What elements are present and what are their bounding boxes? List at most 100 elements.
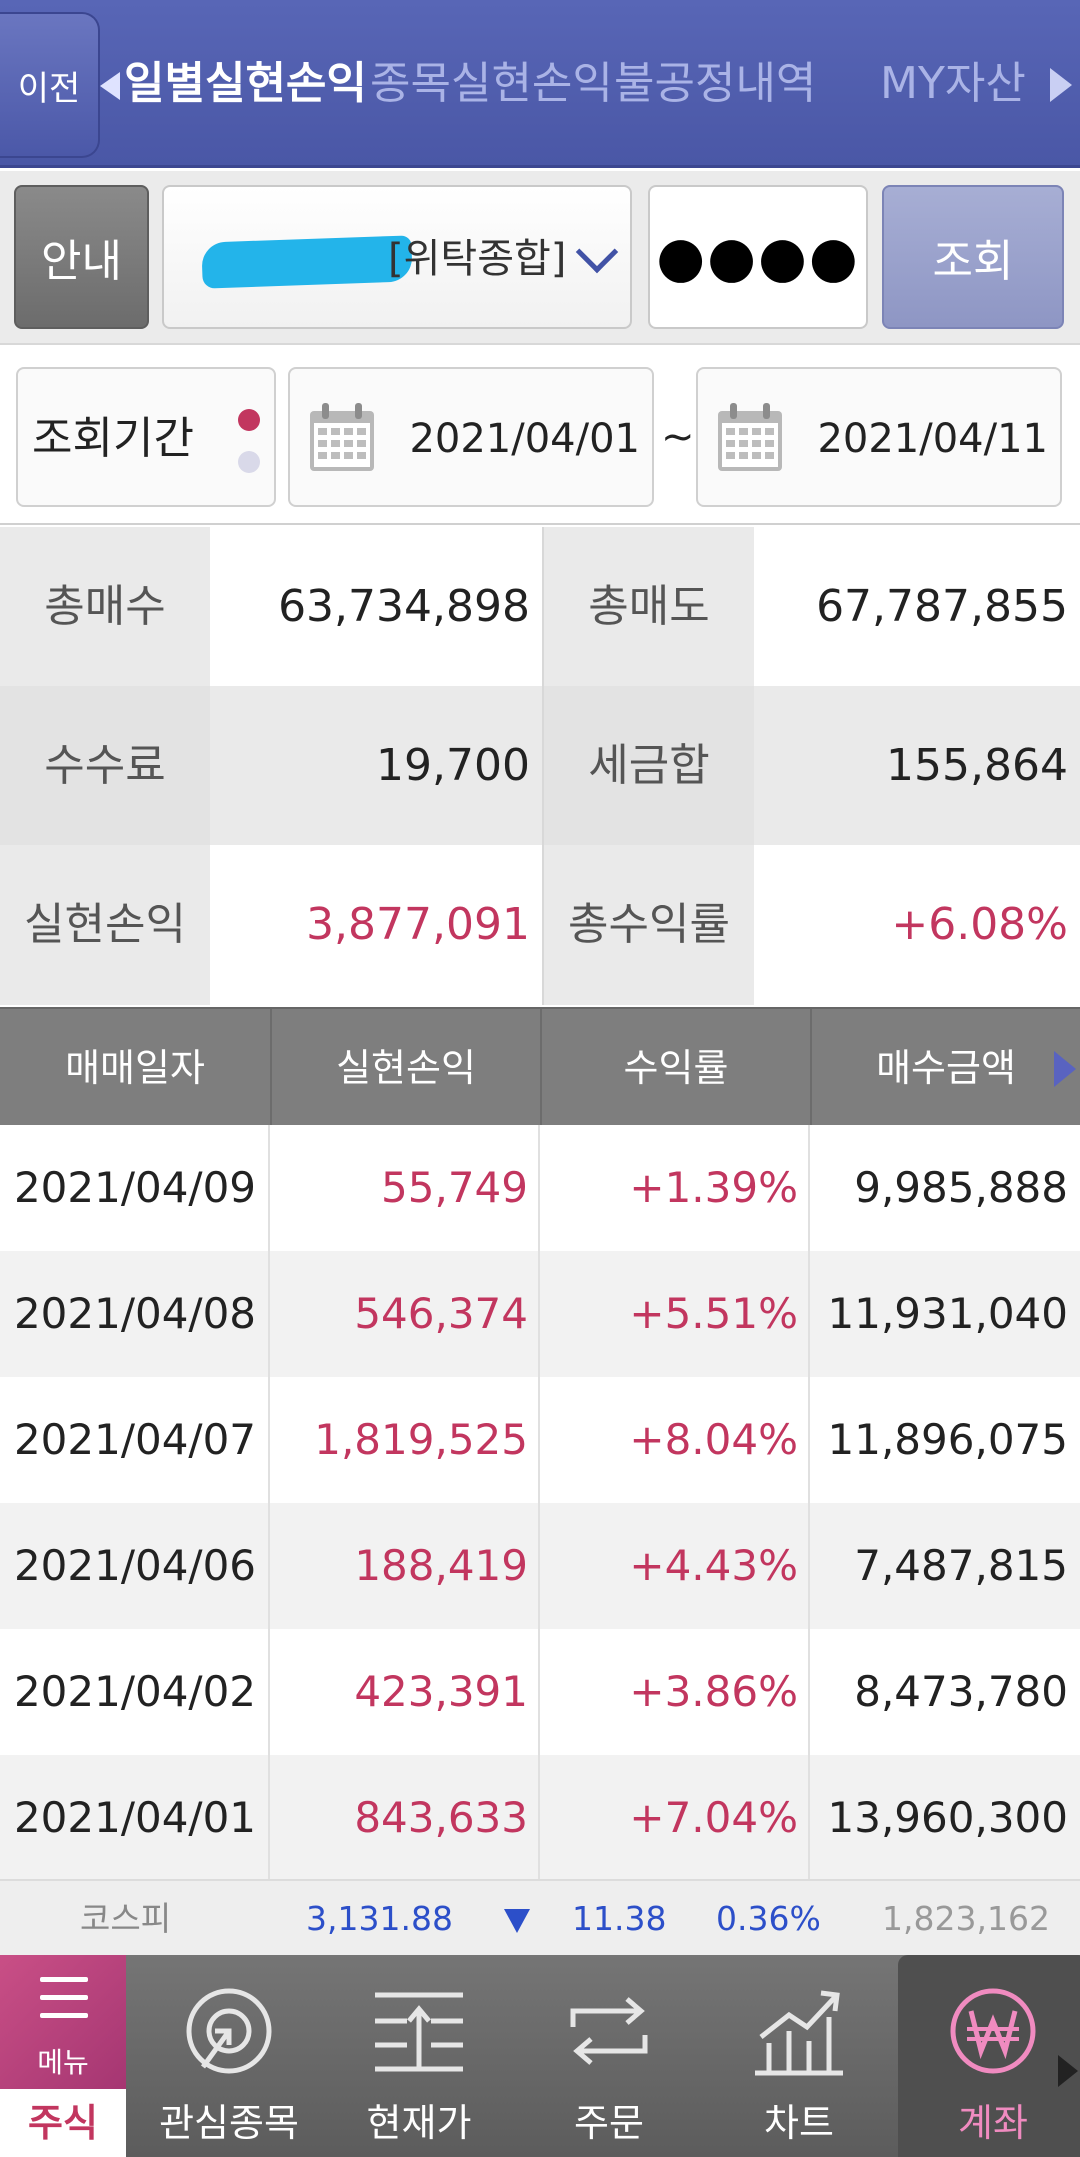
cell-buy-amount: 9,985,888 (854, 1163, 1068, 1212)
back-button-label: 이전 (17, 68, 81, 109)
start-date-field[interactable]: 2021/04/01 (288, 367, 654, 507)
period-row: 조회기간 2021/04/01 ~ 2021/04/11 (0, 347, 1080, 525)
nav-account-label: 계좌 (958, 2101, 1028, 2145)
calendar-icon (310, 403, 374, 471)
calendar-icon (718, 403, 782, 471)
total-sell-label: 총매도 (544, 527, 754, 686)
period-selector[interactable]: 조회기간 (16, 367, 276, 507)
nav-current-price[interactable]: 현재가 (324, 1955, 514, 2157)
cell-buy-amount: 13,960,300 (827, 1793, 1068, 1842)
nav-current-price-label: 현재가 (366, 2101, 472, 2145)
back-button[interactable]: 이전 (0, 12, 120, 158)
tax-value: 155,864 (754, 686, 1080, 845)
top-tab-bar: 이전 일별실현손익 종목실현손익 불공정내역 MY자산 (0, 0, 1080, 168)
total-return-label: 총수익률 (544, 845, 754, 1005)
info-button[interactable]: 안내 (14, 185, 149, 329)
ticker-index-name: 코스피 (80, 1899, 172, 1938)
tax-label: 세금합 (544, 686, 754, 845)
table-row[interactable]: 2021/04/09 55,749 +1.39% 9,985,888 (0, 1125, 1080, 1251)
table-row[interactable]: 2021/04/01 843,633 +7.04% 13,960,300 (0, 1755, 1080, 1879)
cell-date: 2021/04/02 (13, 1667, 257, 1716)
cell-return-rate: +3.86% (629, 1667, 798, 1716)
nav-account[interactable]: 계좌 (898, 1955, 1080, 2157)
table-row[interactable]: 2021/04/06 188,419 +4.43% 7,487,815 (0, 1503, 1080, 1629)
nav-watchlist[interactable]: 관심종목 (134, 1955, 324, 2157)
cell-buy-amount: 11,931,040 (827, 1289, 1068, 1338)
fee-label: 수수료 (0, 686, 210, 845)
menu-label: 메뉴 (37, 2046, 89, 2079)
total-buy-value: 63,734,898 (210, 527, 542, 686)
query-button[interactable]: 조회 (882, 185, 1064, 329)
nav-chart[interactable]: 차트 (704, 1955, 894, 2157)
column-header-buy-amount[interactable]: 매수금액 (810, 1009, 1080, 1127)
tab-my-assets[interactable]: MY자산 (880, 0, 1026, 168)
tab-unfair-trading[interactable]: 불공정내역 (614, 0, 816, 168)
start-date-value: 2021/04/01 (409, 416, 640, 462)
watchlist-icon (186, 1988, 272, 2074)
table-row[interactable]: 2021/04/02 423,391 +3.86% 8,473,780 (0, 1629, 1080, 1755)
down-triangle-icon (504, 1909, 530, 1933)
tab-stock-realized-pnl[interactable]: 종목실현손익 (370, 0, 613, 168)
column-header-return-rate[interactable]: 수익률 (540, 1009, 810, 1127)
account-number-redaction (201, 235, 413, 289)
cell-return-rate: +4.43% (629, 1541, 798, 1590)
cell-buy-amount: 8,473,780 (854, 1667, 1068, 1716)
column-header-realized-pnl[interactable]: 실현손익 (270, 1009, 540, 1127)
menu-button[interactable]: 메뉴 (0, 1955, 126, 2089)
nav-stock-tab[interactable]: 주식 (0, 2089, 126, 2157)
nav-order[interactable]: 주문 (514, 1955, 704, 2157)
summary-divider (542, 527, 544, 1005)
ticker-volume: 1,823,162 (882, 1899, 1050, 1938)
summary-row-pnl: 실현손익 3,877,091 총수익률 +6.08% (0, 845, 1080, 1005)
column-divider (538, 1125, 540, 1879)
cell-realized-pnl: 188,419 (354, 1541, 528, 1590)
current-price-icon (375, 1992, 463, 2072)
hamburger-icon (40, 1977, 88, 1982)
period-indicator-active-dot (238, 409, 260, 431)
cell-buy-amount: 11,896,075 (827, 1415, 1068, 1464)
ticker-change-pct: 0.36% (716, 1899, 821, 1938)
realized-pnl-label: 실현손익 (0, 845, 210, 1005)
table-scroll-right-icon[interactable] (1054, 1051, 1076, 1087)
cell-date: 2021/04/08 (13, 1289, 257, 1338)
summary-row-totals: 총매수 63,734,898 총매도 67,787,855 (0, 527, 1080, 686)
summary-grid: 총매수 63,734,898 총매도 67,787,855 수수료 19,700… (0, 527, 1080, 1005)
cell-return-rate: +5.51% (629, 1289, 798, 1338)
period-label: 조회기간 (32, 413, 194, 464)
tab-daily-realized-pnl[interactable]: 일별실현손익 (124, 0, 367, 168)
nav-scroll-right-icon[interactable] (1058, 2055, 1078, 2087)
account-row: 안내 [위탁종합] ●●●● 조회 (0, 171, 1080, 345)
ticker-change: 11.38 (572, 1899, 667, 1938)
period-indicator-inactive-dot (238, 451, 260, 473)
market-ticker[interactable]: 코스피 3,131.88 11.38 0.36% 1,823,162 (0, 1879, 1080, 1955)
bottom-navigation: 메뉴 주식 관심종목 현재가 주문 차트 계좌 (0, 1955, 1080, 2157)
account-select[interactable]: [위탁종합] (162, 185, 632, 329)
table-body: 2021/04/09 55,749 +1.39% 9,985,888 2021/… (0, 1125, 1080, 1879)
back-arrow-icon (100, 72, 120, 100)
account-type-label: [위탁종합] (388, 236, 567, 282)
account-won-icon (950, 1988, 1036, 2074)
end-date-field[interactable]: 2021/04/11 (696, 367, 1062, 507)
cell-realized-pnl: 546,374 (354, 1289, 528, 1338)
hamburger-icon-line (40, 2013, 88, 2018)
cell-realized-pnl: 843,633 (354, 1793, 528, 1842)
cell-buy-amount: 7,487,815 (854, 1541, 1068, 1590)
chevron-down-icon (575, 230, 619, 274)
password-field[interactable]: ●●●● (648, 185, 868, 329)
date-range-separator: ~ (661, 414, 695, 460)
cell-date: 2021/04/06 (13, 1541, 257, 1590)
nav-chart-label: 차트 (764, 2101, 834, 2145)
table-row[interactable]: 2021/04/08 546,374 +5.51% 11,931,040 (0, 1251, 1080, 1377)
column-header-date[interactable]: 매매일자 (0, 1009, 270, 1127)
table-row[interactable]: 2021/04/07 1,819,525 +8.04% 11,896,075 (0, 1377, 1080, 1503)
cell-realized-pnl: 423,391 (354, 1667, 528, 1716)
total-return-value: +6.08% (754, 845, 1080, 1005)
cell-return-rate: +7.04% (629, 1793, 798, 1842)
table-header: 매매일자 실현손익 수익률 매수금액 (0, 1007, 1080, 1127)
cell-date: 2021/04/09 (13, 1163, 257, 1212)
hamburger-icon-line (40, 1995, 88, 2000)
cell-realized-pnl: 55,749 (381, 1163, 528, 1212)
cell-date: 2021/04/01 (13, 1793, 257, 1842)
tab-scroll-right-icon[interactable] (1050, 68, 1072, 102)
cell-realized-pnl: 1,819,525 (314, 1415, 528, 1464)
